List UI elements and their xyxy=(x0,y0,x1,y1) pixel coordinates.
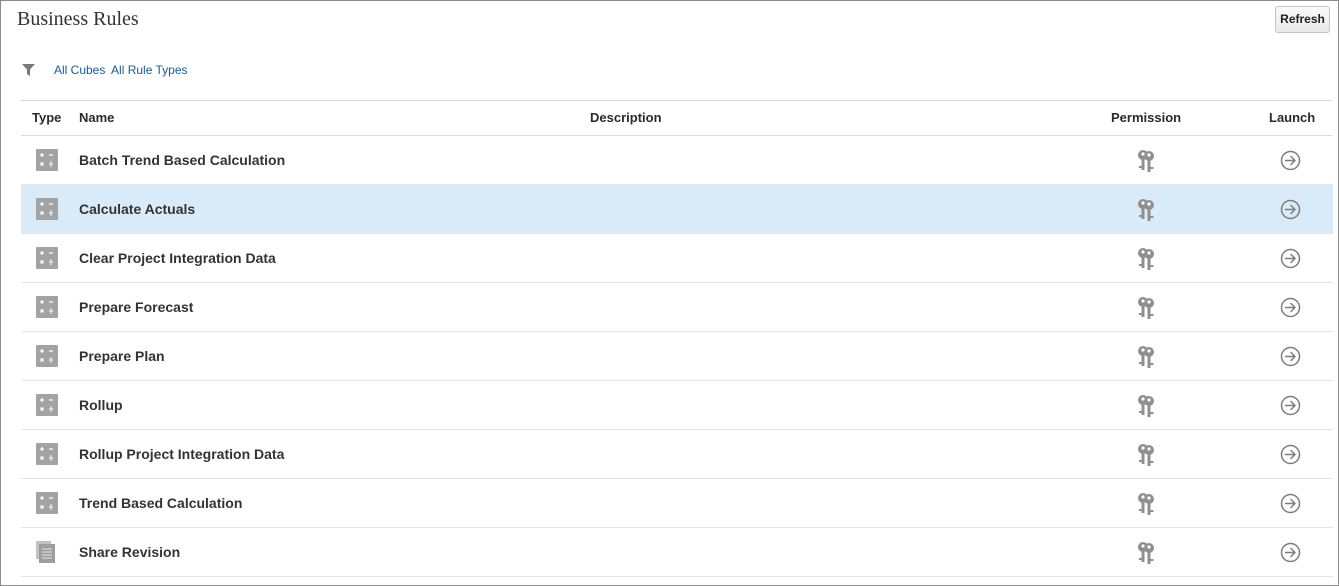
calc-script-icon xyxy=(36,394,58,416)
launch-arrow-icon[interactable] xyxy=(1280,395,1301,416)
column-header-description[interactable]: Description xyxy=(590,110,662,125)
calc-script-icon xyxy=(36,492,58,514)
table-row[interactable]: Calculate Actuals xyxy=(21,185,1333,234)
filter-cubes-link[interactable]: All Cubes xyxy=(54,63,105,77)
refresh-button[interactable]: Refresh xyxy=(1275,6,1330,33)
rule-name: Prepare Forecast xyxy=(79,299,194,315)
key-icon[interactable] xyxy=(1136,296,1156,320)
filter-icon[interactable] xyxy=(21,63,36,77)
launch-arrow-icon[interactable] xyxy=(1280,199,1301,220)
launch-arrow-icon[interactable] xyxy=(1280,444,1301,465)
filter-rule-types-link[interactable]: All Rule Types xyxy=(111,63,187,77)
launch-arrow-icon[interactable] xyxy=(1280,493,1301,514)
table-row[interactable]: Batch Trend Based Calculation xyxy=(21,136,1333,185)
column-header-type[interactable]: Type xyxy=(32,110,61,125)
rule-name: Clear Project Integration Data xyxy=(79,250,276,266)
calc-script-icon xyxy=(36,198,58,220)
document-icon xyxy=(36,541,58,563)
column-header-name[interactable]: Name xyxy=(79,110,114,125)
key-icon[interactable] xyxy=(1136,443,1156,467)
calc-script-icon xyxy=(36,443,58,465)
table-row[interactable]: Prepare Forecast xyxy=(21,283,1333,332)
column-header-launch[interactable]: Launch xyxy=(1269,110,1315,125)
launch-arrow-icon[interactable] xyxy=(1280,346,1301,367)
table-row[interactable]: Rollup Project Integration Data xyxy=(21,430,1333,479)
table-row[interactable]: Rollup xyxy=(21,381,1333,430)
table-row[interactable]: Share Revision xyxy=(21,528,1333,577)
key-icon[interactable] xyxy=(1136,492,1156,516)
rules-table: Type Name Description Permission Launch … xyxy=(21,100,1333,577)
key-icon[interactable] xyxy=(1136,247,1156,271)
page-title: Business Rules xyxy=(17,8,139,30)
rule-name: Share Revision xyxy=(79,544,181,560)
calc-script-icon xyxy=(36,149,58,171)
rule-name: Batch Trend Based Calculation xyxy=(79,152,286,168)
table-header: Type Name Description Permission Launch xyxy=(21,101,1333,136)
launch-arrow-icon[interactable] xyxy=(1280,150,1301,171)
rule-name: Prepare Plan xyxy=(79,348,165,364)
calc-script-icon xyxy=(36,247,58,269)
key-icon[interactable] xyxy=(1136,345,1156,369)
rule-name: Calculate Actuals xyxy=(79,201,196,217)
business-rules-panel: Business Rules Refresh All Cubes All Rul… xyxy=(0,0,1339,586)
launch-arrow-icon[interactable] xyxy=(1280,542,1301,563)
table-row[interactable]: Trend Based Calculation xyxy=(21,479,1333,528)
table-body: Batch Trend Based Calculation Calculate … xyxy=(21,136,1333,577)
calc-script-icon xyxy=(36,345,58,367)
launch-arrow-icon[interactable] xyxy=(1280,297,1301,318)
filter-bar: All Cubes All Rule Types xyxy=(54,63,191,77)
key-icon[interactable] xyxy=(1136,198,1156,222)
key-icon[interactable] xyxy=(1136,394,1156,418)
calc-script-icon xyxy=(36,296,58,318)
key-icon[interactable] xyxy=(1136,541,1156,565)
rule-name: Trend Based Calculation xyxy=(79,495,243,511)
table-row[interactable]: Clear Project Integration Data xyxy=(21,234,1333,283)
column-header-permission[interactable]: Permission xyxy=(1111,110,1181,125)
table-row[interactable]: Prepare Plan xyxy=(21,332,1333,381)
launch-arrow-icon[interactable] xyxy=(1280,248,1301,269)
key-icon[interactable] xyxy=(1136,149,1156,173)
rule-name: Rollup Project Integration Data xyxy=(79,446,285,462)
rule-name: Rollup xyxy=(79,397,123,413)
